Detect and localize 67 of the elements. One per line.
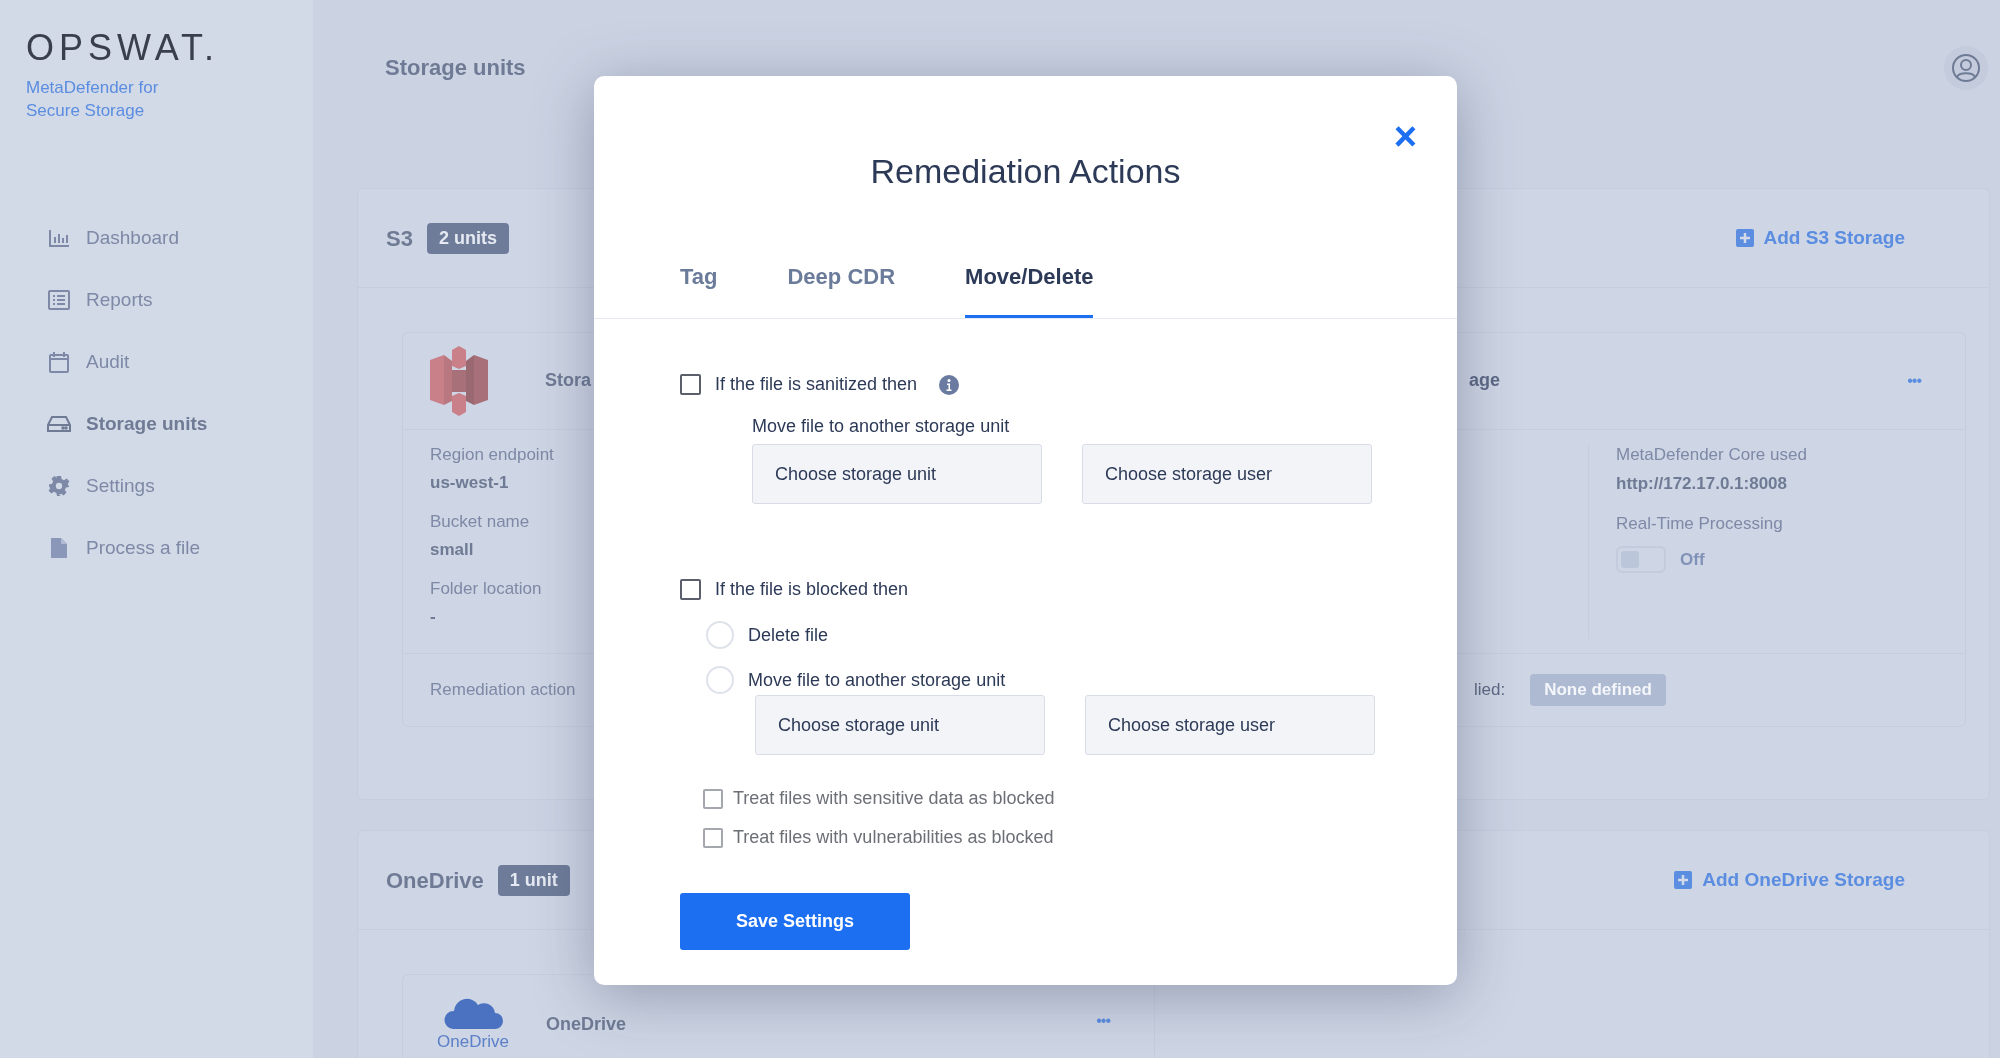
field-label: Real-Time Processing: [1616, 512, 1784, 535]
status-badge: None defined: [1530, 674, 1666, 706]
add-storage-link[interactable]: Add OneDrive Storage: [1674, 865, 1905, 895]
field-value: -: [430, 606, 436, 629]
checkbox[interactable]: [680, 374, 701, 395]
more-button[interactable]: •••: [1096, 1009, 1110, 1033]
drive-icon: [47, 415, 71, 433]
nav-item[interactable]: Storage units: [47, 408, 313, 440]
field-label: MetaDefender Core used: [1616, 443, 1807, 466]
checkbox-label: If the file is sanitized then: [715, 373, 918, 396]
checkbox[interactable]: [703, 788, 723, 809]
toggle-state: Off: [1680, 549, 1705, 571]
calendar-icon: [47, 351, 71, 373]
user-icon[interactable]: [1944, 45, 1988, 90]
tab[interactable]: Tag: [680, 260, 718, 318]
radio-button[interactable]: [706, 666, 734, 694]
storage-name: Stora: [545, 369, 591, 393]
field-value: small: [430, 539, 474, 562]
storage-name: age: [1469, 369, 1501, 393]
product-name: MetaDefender for Secure Storage: [26, 77, 160, 122]
section-title: S3: [386, 224, 413, 253]
save-button[interactable]: Save Settings: [680, 893, 910, 950]
checkbox-label: If the file is blocked then: [715, 578, 909, 601]
field-label: Bucket name: [430, 510, 530, 533]
nav-item[interactable]: Process a file: [47, 532, 313, 564]
blocks-icon: [430, 345, 488, 416]
settings-icon: [47, 475, 71, 497]
bar-chart-icon: [47, 228, 71, 248]
nav-item[interactable]: Settings: [47, 470, 313, 502]
field-label: Move file to another storage unit: [752, 415, 1011, 438]
list-icon: [47, 290, 71, 310]
checkbox-label: Treat files with vulnerabilities as blocked: [733, 826, 1054, 849]
storage-user-dropdown[interactable]: Choose storage user: [1082, 444, 1372, 504]
dialog-title: Remediation Actions: [869, 151, 1182, 192]
field-label: lied:: [1474, 679, 1506, 702]
field-label: Folder location: [430, 577, 542, 600]
close-button[interactable]: ×: [1393, 116, 1417, 156]
page-title: Storage units: [384, 54, 526, 82]
storage-unit-dropdown[interactable]: Choose storage unit: [755, 695, 1045, 755]
add-storage-link[interactable]: Add S3 Storage: [1735, 223, 1905, 253]
field-value: us-west-1: [430, 472, 509, 495]
checkbox[interactable]: [680, 579, 701, 600]
radio-button[interactable]: [706, 621, 734, 649]
nav-item[interactable]: Reports: [47, 284, 313, 316]
radio-label: Move file to another storage unit: [748, 668, 1006, 692]
checkbox-label: Treat files with sensitive data as blocked: [733, 787, 1055, 810]
checkbox[interactable]: [703, 827, 723, 848]
nav-item[interactable]: Dashboard: [47, 222, 313, 254]
count-badge: 1 unit: [497, 864, 570, 896]
storage-unit-dropdown[interactable]: Choose storage unit: [752, 444, 1042, 504]
logo: OPSWAT.: [26, 30, 220, 66]
logo-caption: OneDrive: [437, 1031, 509, 1053]
field-value: http://172.17.0.1:8008: [1616, 473, 1789, 496]
field-label: Region endpoint: [430, 443, 554, 466]
nav-item[interactable]: Audit: [47, 346, 313, 378]
storage-name: OneDrive: [546, 1013, 627, 1036]
tab[interactable]: Move/Delete: [965, 260, 1094, 318]
storage-user-dropdown[interactable]: Choose storage user: [1085, 695, 1375, 755]
add-icon: [1735, 229, 1754, 247]
tab[interactable]: Deep CDR: [787, 260, 896, 318]
field-label: Remediation action: [430, 679, 576, 702]
more-button[interactable]: •••: [1907, 368, 1921, 393]
section-title: OneDrive: [386, 866, 484, 895]
info-icon[interactable]: [939, 374, 960, 395]
count-badge: 2 units: [426, 222, 509, 254]
add-icon: [1674, 871, 1693, 889]
radio-label: Delete file: [748, 623, 829, 647]
